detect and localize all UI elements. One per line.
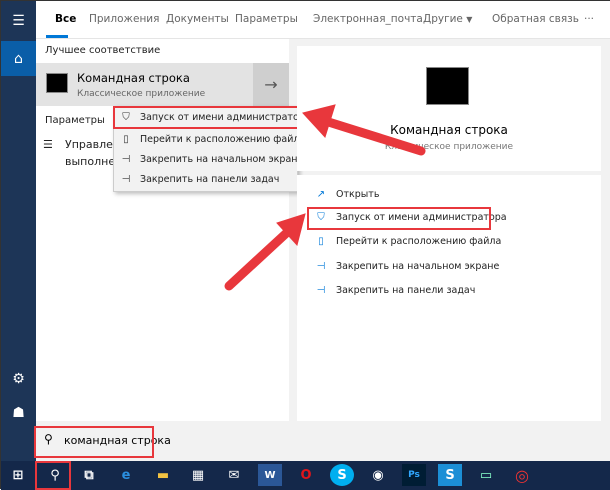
windows-start-icon[interactable]: ⊞ xyxy=(6,464,30,486)
skype-icon[interactable]: S xyxy=(330,464,354,486)
file-explorer-icon[interactable]: ▬ xyxy=(151,464,175,486)
annotation-arrows xyxy=(224,104,426,291)
photoshop-icon[interactable]: Ps xyxy=(402,464,426,486)
eye-app-icon[interactable]: ◉ xyxy=(366,464,390,486)
arrow-head xyxy=(302,104,336,138)
snagit-icon[interactable]: S xyxy=(438,464,462,486)
word-icon[interactable]: W xyxy=(258,464,282,486)
edge-icon[interactable]: e xyxy=(114,464,138,486)
mail-icon[interactable]: ✉ xyxy=(222,464,246,486)
arrow-shaft xyxy=(314,114,426,156)
monitor-app-icon[interactable]: ▭ xyxy=(474,464,498,486)
chrome-icon[interactable]: ◎ xyxy=(510,464,534,486)
task-view-icon[interactable]: ⧉ xyxy=(77,464,101,486)
store-icon[interactable]: ▦ xyxy=(186,464,210,486)
arrow-shaft xyxy=(224,222,298,291)
highlight-box xyxy=(35,461,71,490)
opera-icon[interactable]: O xyxy=(294,464,318,486)
